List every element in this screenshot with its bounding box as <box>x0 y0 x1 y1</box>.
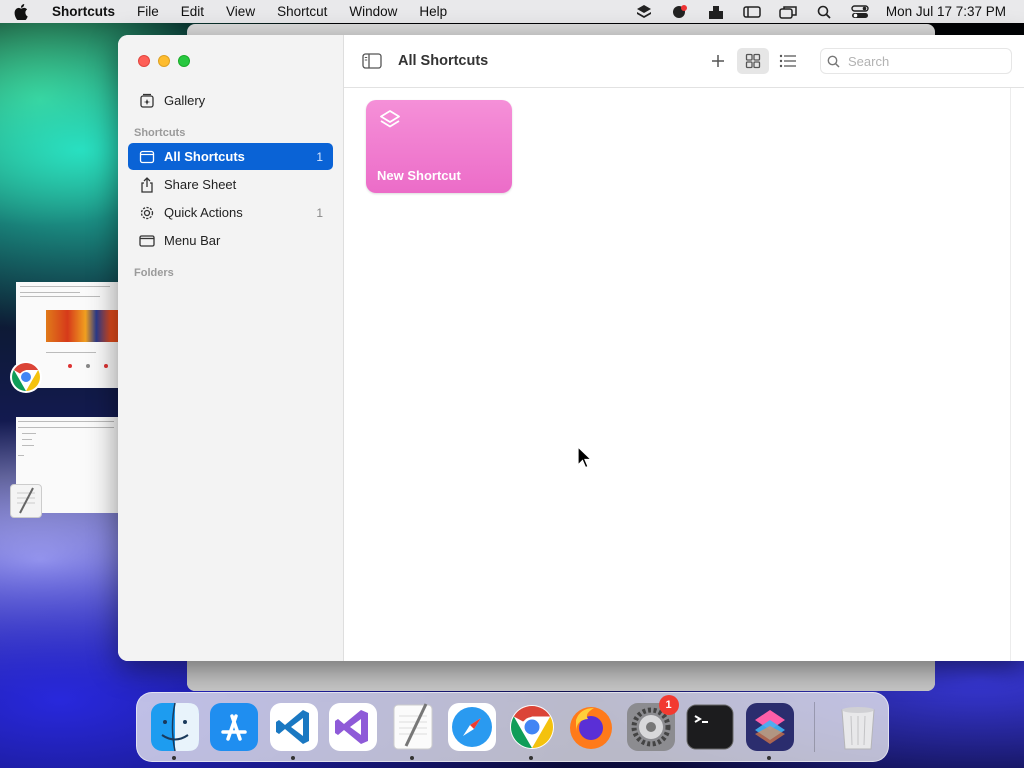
finder-icon <box>150 702 199 752</box>
shortcuts-app-icon <box>745 703 794 751</box>
mouse-pointer-icon <box>577 445 593 470</box>
creative-cloud-icon[interactable] <box>662 4 698 20</box>
screen-mirror-icon[interactable] <box>770 5 806 19</box>
sidebar-item-quick-actions[interactable]: Quick Actions 1 <box>128 199 333 226</box>
layers-icon <box>377 108 403 134</box>
spotlight-search-icon[interactable] <box>806 5 842 19</box>
textedit-app-icon[interactable] <box>10 484 42 518</box>
sidebar-item-label: Menu Bar <box>164 233 221 248</box>
menu-shortcut[interactable]: Shortcut <box>266 4 338 19</box>
dock: 1 <box>136 692 889 762</box>
gear-icon <box>138 204 156 222</box>
window-controls <box>138 55 190 67</box>
app-store-icon <box>210 703 259 751</box>
grid-view-button[interactable] <box>737 48 769 74</box>
dock-app-store[interactable] <box>209 701 261 753</box>
menubar-clock[interactable]: Mon Jul 17 7:37 PM <box>878 4 1006 19</box>
dock-firefox[interactable] <box>566 701 618 753</box>
sidebar-item-count: 1 <box>316 205 323 220</box>
close-window-button[interactable] <box>138 55 150 67</box>
menu-bar: Shortcuts File Edit View Shortcut Window… <box>0 0 1024 23</box>
notification-badge: 1 <box>658 695 679 715</box>
list-view-button[interactable] <box>772 48 804 74</box>
dock-textedit[interactable] <box>387 701 439 760</box>
search-field[interactable] <box>820 48 1012 74</box>
terminal-icon <box>686 704 734 750</box>
tray-icon <box>138 148 156 166</box>
content-scrollbar-track[interactable] <box>1010 88 1024 661</box>
grid-icon <box>745 53 761 69</box>
add-shortcut-button[interactable] <box>702 48 734 74</box>
menubar-icon <box>138 232 156 250</box>
sidebar-item-label: All Shortcuts <box>164 149 245 164</box>
menu-app-name[interactable]: Shortcuts <box>40 4 126 19</box>
minimize-window-button[interactable] <box>158 55 170 67</box>
sidebar-item-all-shortcuts[interactable]: All Shortcuts 1 <box>128 143 333 170</box>
dock-shortcuts[interactable] <box>744 701 796 760</box>
sidebar-item-share-sheet[interactable]: Share Sheet <box>128 171 333 198</box>
stacks-icon[interactable] <box>626 4 662 20</box>
menu-window[interactable]: Window <box>338 4 408 19</box>
apple-logo-icon[interactable] <box>14 3 40 20</box>
dock-visual-studio[interactable] <box>328 701 380 753</box>
trash-icon <box>841 707 875 750</box>
dock-system-settings[interactable]: 1 <box>625 695 679 753</box>
shortcut-card-label: New Shortcut <box>377 168 461 183</box>
dock-chrome[interactable] <box>506 701 558 760</box>
dock-separator <box>813 702 815 752</box>
list-icon <box>779 54 796 68</box>
sidebar-section-folders: Folders <box>134 267 174 279</box>
sidebar-item-gallery[interactable]: Gallery <box>128 87 333 114</box>
sidebar-section-shortcuts: Shortcuts <box>134 127 186 139</box>
dock-vscode[interactable] <box>268 701 320 760</box>
visual-studio-icon <box>329 703 378 751</box>
dock-terminal[interactable] <box>685 701 737 753</box>
firefox-icon <box>570 707 613 749</box>
toolbar: All Shortcuts <box>344 35 1024 88</box>
chrome-app-icon[interactable] <box>9 360 43 394</box>
search-input[interactable] <box>848 53 998 69</box>
share-icon <box>138 176 156 194</box>
safari-icon <box>448 703 497 751</box>
dock-trash[interactable] <box>832 701 884 753</box>
plus-icon <box>712 55 724 67</box>
dock-finder[interactable] <box>149 701 201 760</box>
dock-safari[interactable] <box>447 701 499 753</box>
sidebar-item-count: 1 <box>316 149 323 164</box>
sidebar: Gallery Shortcuts All Shortcuts 1 Share … <box>118 35 344 661</box>
sidebar-toggle-icon[interactable] <box>362 51 382 71</box>
shortcuts-window: Gallery Shortcuts All Shortcuts 1 Share … <box>118 35 1024 661</box>
textedit-icon <box>393 703 433 750</box>
chrome-icon <box>509 705 554 749</box>
zoom-window-button[interactable] <box>178 55 190 67</box>
control-center-icon[interactable] <box>842 4 878 19</box>
shortcut-card[interactable]: New Shortcut <box>366 100 512 193</box>
shortcuts-grid: New Shortcut <box>344 88 1010 661</box>
vscode-icon <box>269 703 318 751</box>
display-icon[interactable] <box>734 5 770 19</box>
menu-edit[interactable]: Edit <box>170 4 215 19</box>
page-title: All Shortcuts <box>398 53 489 69</box>
menu-view[interactable]: View <box>215 4 266 19</box>
sidebar-item-label: Gallery <box>164 93 206 108</box>
menu-file[interactable]: File <box>126 4 170 19</box>
drive-icon[interactable] <box>698 4 734 20</box>
gallery-icon <box>138 92 156 110</box>
menu-help[interactable]: Help <box>408 4 458 19</box>
search-icon <box>827 55 841 68</box>
sidebar-item-label: Quick Actions <box>164 205 243 220</box>
sidebar-item-menu-bar[interactable]: Menu Bar <box>128 227 333 254</box>
sidebar-item-label: Share Sheet <box>164 177 237 192</box>
